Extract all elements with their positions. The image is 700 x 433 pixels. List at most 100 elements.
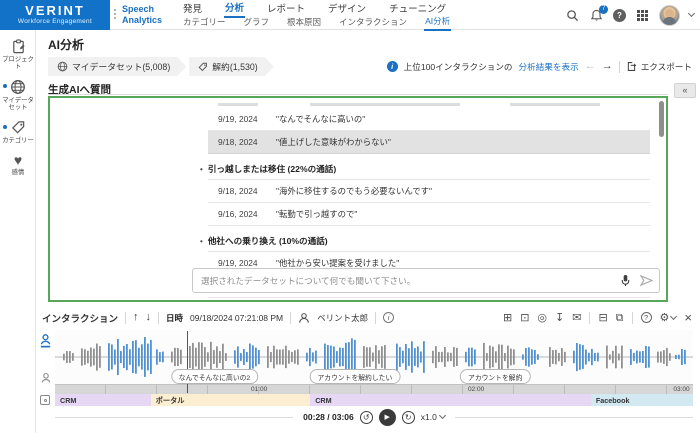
- microphone-icon[interactable]: [617, 273, 633, 289]
- quote-row[interactable]: 9/16, 2024 "転勤で引っ越すので": [208, 203, 650, 226]
- main-navigation: 発見 分析 レポート デザイン チューニング カテゴリー グラフ 根本原因 イン…: [182, 0, 468, 30]
- breadcrumb-label: マイデータセット(5,008): [72, 60, 170, 73]
- chat-input[interactable]: [193, 276, 617, 286]
- divider: [158, 312, 159, 324]
- attach-data-icon[interactable]: ⊞: [503, 312, 512, 324]
- divider: [632, 312, 633, 324]
- sidebar-item-sentiment[interactable]: ♥ 感情: [0, 144, 36, 176]
- chevron-down-icon: [439, 412, 446, 419]
- app-switch-handle-icon[interactable]: [114, 7, 118, 23]
- search-icon[interactable]: [565, 8, 580, 23]
- divider: [55, 417, 293, 418]
- quote-row[interactable]: 9/18, 2024 "海外に移住するのでもう必要ないんです": [208, 179, 650, 203]
- segment-1[interactable]: ポータル: [151, 394, 311, 406]
- chat-input-box: [192, 268, 660, 293]
- next-interaction-icon[interactable]: ↓: [146, 312, 152, 323]
- subnav-root-cause[interactable]: 根本原因: [286, 16, 322, 30]
- divider: [455, 417, 693, 418]
- skip-back-button[interactable]: ↺: [360, 411, 373, 424]
- divider: [619, 61, 620, 73]
- breadcrumb-chip-category[interactable]: 解約(1,530): [189, 57, 273, 76]
- notifications-bell-icon[interactable]: 7: [589, 8, 604, 23]
- chevron-down-icon[interactable]: [688, 10, 695, 17]
- nav-discover[interactable]: 発見: [182, 0, 203, 17]
- segment-0[interactable]: CRM: [55, 394, 151, 406]
- agent-speaker-icon[interactable]: [39, 333, 52, 348]
- sidebar-item-label: カテゴリー: [0, 137, 36, 144]
- divider: [290, 312, 291, 324]
- quote-date: 9/18, 2024: [218, 186, 276, 196]
- playback-speed-selector[interactable]: x1.0: [421, 412, 445, 422]
- verint-logo: VERINT Workforce Engagement: [0, 0, 110, 30]
- export-label: エクスポート: [641, 61, 692, 73]
- quote-text: "海外に移住するのでもう必要ないんです": [276, 185, 432, 197]
- prev-arrow-icon[interactable]: ←: [585, 61, 596, 72]
- segment-3[interactable]: Facebook: [591, 394, 693, 406]
- top-interactions-note: 上位100インタラクションの: [404, 61, 513, 73]
- quote-date: 9/19, 2024: [218, 258, 276, 268]
- subnav-ai-analysis[interactable]: AI分析: [424, 15, 451, 31]
- annotation-bubble[interactable]: アカウントを解約: [460, 369, 530, 384]
- collapse-panel-button[interactable]: «: [674, 83, 696, 98]
- subnav-graph[interactable]: グラフ: [243, 16, 271, 30]
- email-icon[interactable]: ✉: [572, 312, 581, 324]
- previous-interaction-icon[interactable]: ↑: [133, 312, 139, 323]
- product-name: Speech Analytics: [122, 4, 162, 25]
- quote-row[interactable]: 9/19, 2024 "なんでそんなに高いの": [208, 108, 650, 131]
- page-title: AI分析: [48, 36, 84, 53]
- timeline-ruler[interactable]: 01:00 02:00 03:00: [55, 384, 693, 394]
- skip-forward-button[interactable]: ↻: [402, 411, 415, 424]
- annotation-bubble[interactable]: なんでそんなに高いの2: [171, 369, 258, 384]
- send-icon[interactable]: [638, 273, 654, 289]
- sidebar-item-projects[interactable]: プロジェクト: [0, 30, 36, 70]
- heart-icon: ♥: [0, 153, 36, 167]
- download-icon[interactable]: ↧: [555, 312, 564, 324]
- annotation-bubble[interactable]: アカウントを解約したい: [309, 369, 400, 384]
- speaker-column: [36, 330, 55, 404]
- focus-icon[interactable]: ⊡: [520, 312, 529, 324]
- save-frame-icon[interactable]: ⊟: [598, 312, 607, 324]
- metadata-row-icon[interactable]: [40, 395, 50, 405]
- help-icon[interactable]: ?: [613, 9, 626, 22]
- logo-subtitle: Workforce Engagement: [0, 18, 110, 25]
- time-tick: 01:00: [251, 386, 267, 393]
- breadcrumb-label: 解約(1,530): [212, 60, 257, 73]
- nav-report[interactable]: レポート: [266, 0, 306, 17]
- app-grid-icon[interactable]: [635, 8, 650, 23]
- show-results-link[interactable]: 分析結果を表示: [519, 61, 579, 73]
- genai-chat-panel: 9/19, 2024 "なんでそんなに高いの" 9/18, 2024 "値上げし…: [48, 96, 668, 302]
- close-player-icon[interactable]: ×: [684, 312, 692, 324]
- scrollbar[interactable]: [659, 101, 664, 137]
- divider: [375, 312, 376, 324]
- player-help-icon[interactable]: ?: [641, 312, 652, 323]
- left-sidebar: プロジェクト マイデータセット カテゴリー ♥ 感情: [0, 30, 36, 433]
- sidebar-item-label: マイデータセット: [0, 97, 36, 111]
- sidebar-item-categories[interactable]: カテゴリー: [0, 111, 36, 144]
- play-button[interactable]: ▶: [379, 409, 396, 426]
- nav-design[interactable]: デザイン: [327, 0, 367, 17]
- app-window: VERINT Workforce Engagement Speech Analy…: [0, 0, 700, 433]
- quote-text: "なんでそんなに高いの": [276, 113, 365, 125]
- divider: [589, 312, 590, 324]
- segment-2[interactable]: CRM: [310, 394, 591, 406]
- user-avatar[interactable]: [659, 5, 680, 26]
- interaction-info-icon[interactable]: i: [383, 312, 394, 323]
- subnav-categories[interactable]: カテゴリー: [182, 16, 227, 30]
- export-button[interactable]: エクスポート: [626, 61, 692, 73]
- player-settings-button[interactable]: ⚙: [660, 312, 677, 324]
- customer-speaker-icon[interactable]: [40, 372, 52, 384]
- results-toolbar: i 上位100インタラクションの 分析結果を表示 ← → エクスポート: [387, 57, 692, 76]
- player-title: インタラクション: [42, 311, 118, 325]
- quote-date: 9/16, 2024: [218, 209, 276, 219]
- subnav-interactions[interactable]: インタラクション: [338, 16, 408, 30]
- quote-row-highlighted[interactable]: 9/18, 2024 "値上げした意味がわからない": [208, 131, 650, 154]
- record-icon[interactable]: ◎: [537, 312, 547, 324]
- next-arrow-icon[interactable]: →: [602, 61, 613, 72]
- quote-text: "転勤で引っ越すので": [276, 208, 357, 220]
- gear-icon: ⚙: [660, 312, 670, 324]
- copy-icon[interactable]: ⧉: [616, 312, 624, 324]
- nav-analyze[interactable]: 分析: [224, 0, 245, 18]
- breadcrumb-chip-dataset[interactable]: マイデータセット(5,008): [48, 57, 186, 76]
- time-tick: 02:00: [468, 386, 484, 393]
- sidebar-item-my-datasets[interactable]: マイデータセット: [0, 70, 36, 111]
